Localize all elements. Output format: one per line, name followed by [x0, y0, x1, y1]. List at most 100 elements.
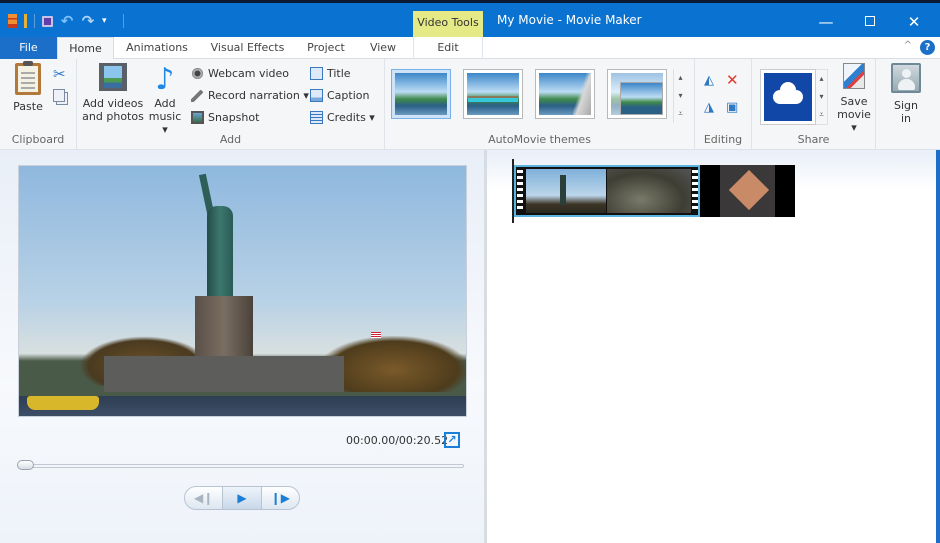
tab-edit[interactable]: Edit	[413, 37, 483, 59]
sign-in-label-2: in	[900, 112, 912, 125]
preview-flag	[371, 332, 381, 338]
tab-visual-effects[interactable]: Visual Effects	[205, 37, 290, 59]
fullscreen-preview-button[interactable]: ↗	[444, 432, 460, 448]
add-videos-label-1: Add videos	[82, 97, 144, 110]
credits-label: Credits ▾	[327, 110, 375, 124]
app-icon[interactable]	[8, 14, 17, 28]
pane-splitter[interactable]	[484, 150, 487, 543]
select-all-icon[interactable]: ▣	[726, 100, 738, 115]
share-more-icon[interactable]: ⩡	[816, 106, 827, 124]
save-movie-button[interactable]: Save movie ▾	[834, 63, 874, 134]
play-button[interactable]: ▶	[223, 487, 262, 509]
help-icon[interactable]: ?	[920, 40, 935, 55]
storyboard-clip-photo[interactable]	[700, 165, 795, 217]
webcam-video-button[interactable]: Webcam video	[191, 64, 289, 82]
preview-ferry	[27, 396, 99, 410]
customize-dropdown-icon[interactable]: ▾	[102, 14, 116, 28]
preview-pane: 00:00.00/00:20.52 ↗ ◀❙ ▶ ❙▶	[0, 150, 484, 543]
add-music-button[interactable]: ♪ Add music ▾	[145, 62, 185, 137]
preview-pedestal	[195, 296, 253, 356]
video-tools-context-tab: Video Tools	[413, 11, 483, 37]
add-videos-icon	[99, 63, 127, 91]
gallery-more-icon[interactable]: ⩡	[674, 105, 687, 123]
theme-fade[interactable]	[607, 69, 667, 119]
add-videos-photos-button[interactable]: Add videos and photos	[82, 63, 144, 123]
credits-icon	[310, 110, 323, 124]
title-bar: ↶ ↷ ▾ Video Tools My Movie - Movie Maker…	[0, 0, 940, 37]
snapshot-button[interactable]: Snapshot	[191, 108, 259, 126]
previous-frame-button[interactable]: ◀❙	[185, 487, 224, 509]
snapshot-icon	[191, 110, 204, 124]
redo-icon[interactable]: ↷	[81, 14, 95, 29]
preview-fort	[104, 356, 344, 392]
share-gallery-scroll[interactable]: ▴ ▾ ⩡	[816, 69, 828, 125]
gallery-scroll-down-icon[interactable]: ▾	[674, 87, 687, 105]
theme-contemporary[interactable]	[463, 69, 523, 119]
share-scroll-up-icon[interactable]: ▴	[816, 70, 827, 88]
clipboard-group: Paste ✂ Clipboard	[0, 59, 77, 150]
share-scroll-down-icon[interactable]: ▾	[816, 88, 827, 106]
theme-cinematic[interactable]	[535, 69, 595, 119]
qat-separator	[123, 14, 124, 28]
undo-icon[interactable]: ↶	[60, 14, 74, 29]
credits-button[interactable]: Credits ▾	[310, 108, 375, 126]
save-movie-label-1: Save	[840, 95, 868, 108]
gallery-scroll-up-icon[interactable]: ▴	[674, 69, 687, 87]
tab-file[interactable]: File	[0, 37, 57, 59]
paste-button[interactable]: Paste	[10, 61, 46, 113]
window-edge	[936, 150, 940, 543]
tab-home[interactable]: Home	[57, 37, 114, 60]
record-narration-label: Record narration ▾	[208, 88, 309, 102]
collapse-ribbon-icon[interactable]: ^	[904, 40, 912, 51]
seek-bar[interactable]	[17, 460, 464, 470]
automovie-themes-group: ▴ ▾ ⩡ AutoMovie themes	[385, 59, 695, 150]
share-group-label: Share	[797, 133, 830, 146]
minimize-button[interactable]: —	[804, 11, 848, 33]
editing-group-label: Editing	[703, 133, 743, 146]
save-icon[interactable]	[42, 15, 53, 27]
window-title: My Movie - Movie Maker	[497, 13, 642, 27]
title-button[interactable]: Title	[310, 64, 351, 82]
copy-icon[interactable]	[53, 89, 65, 102]
share-onedrive-button[interactable]	[760, 69, 816, 125]
save-movie-icon	[843, 63, 865, 89]
sign-in-button[interactable]: Sign in	[886, 63, 926, 125]
theme-thumbnail	[467, 73, 519, 115]
rotate-right-icon[interactable]: ◮	[704, 100, 714, 115]
sign-in-group: Sign in	[876, 59, 940, 150]
seek-thumb[interactable]	[17, 460, 34, 470]
film-sprockets	[692, 170, 698, 212]
title-icon	[310, 66, 323, 80]
clipboard-group-label: Clipboard	[11, 133, 65, 146]
themes-group-label: AutoMovie themes	[488, 133, 591, 146]
next-frame-button[interactable]: ❙▶	[262, 487, 299, 509]
caption-icon	[310, 88, 323, 102]
tab-view[interactable]: View	[362, 37, 404, 59]
theme-gallery-scroll[interactable]: ▴ ▾ ⩡	[673, 69, 687, 123]
theme-default[interactable]	[391, 69, 451, 119]
caption-label: Caption	[327, 88, 370, 102]
storyboard-clip-video[interactable]	[514, 165, 700, 217]
microphone-icon	[191, 88, 204, 102]
video-preview[interactable]	[18, 165, 467, 417]
maximize-button[interactable]	[848, 11, 892, 33]
quick-access-toolbar: ↶ ↷ ▾	[8, 11, 124, 31]
add-group: Add videos and photos ♪ Add music ▾ Webc…	[77, 59, 385, 150]
playback-controls: ◀❙ ▶ ❙▶	[184, 486, 300, 510]
theme-stack-decoration	[620, 82, 663, 115]
snapshot-label: Snapshot	[208, 110, 260, 124]
paste-label: Paste	[13, 100, 43, 113]
cut-icon[interactable]: ✂	[53, 65, 66, 83]
tab-animations[interactable]: Animations	[120, 37, 194, 59]
caption-button[interactable]: Caption	[310, 86, 369, 104]
music-note-icon: ♪	[155, 62, 175, 97]
add-group-label: Add	[219, 133, 242, 146]
close-button[interactable]: ✕	[892, 11, 936, 33]
remove-icon[interactable]: ✕	[726, 71, 739, 89]
theme-page-curl	[573, 73, 591, 115]
tab-project[interactable]: Project	[300, 37, 352, 59]
onedrive-tile	[764, 73, 812, 121]
record-narration-button[interactable]: Record narration ▾	[191, 86, 309, 104]
rotate-left-icon[interactable]: ◭	[704, 73, 714, 88]
ribbon: Paste ✂ Clipboard Add videos and photos …	[0, 59, 940, 150]
